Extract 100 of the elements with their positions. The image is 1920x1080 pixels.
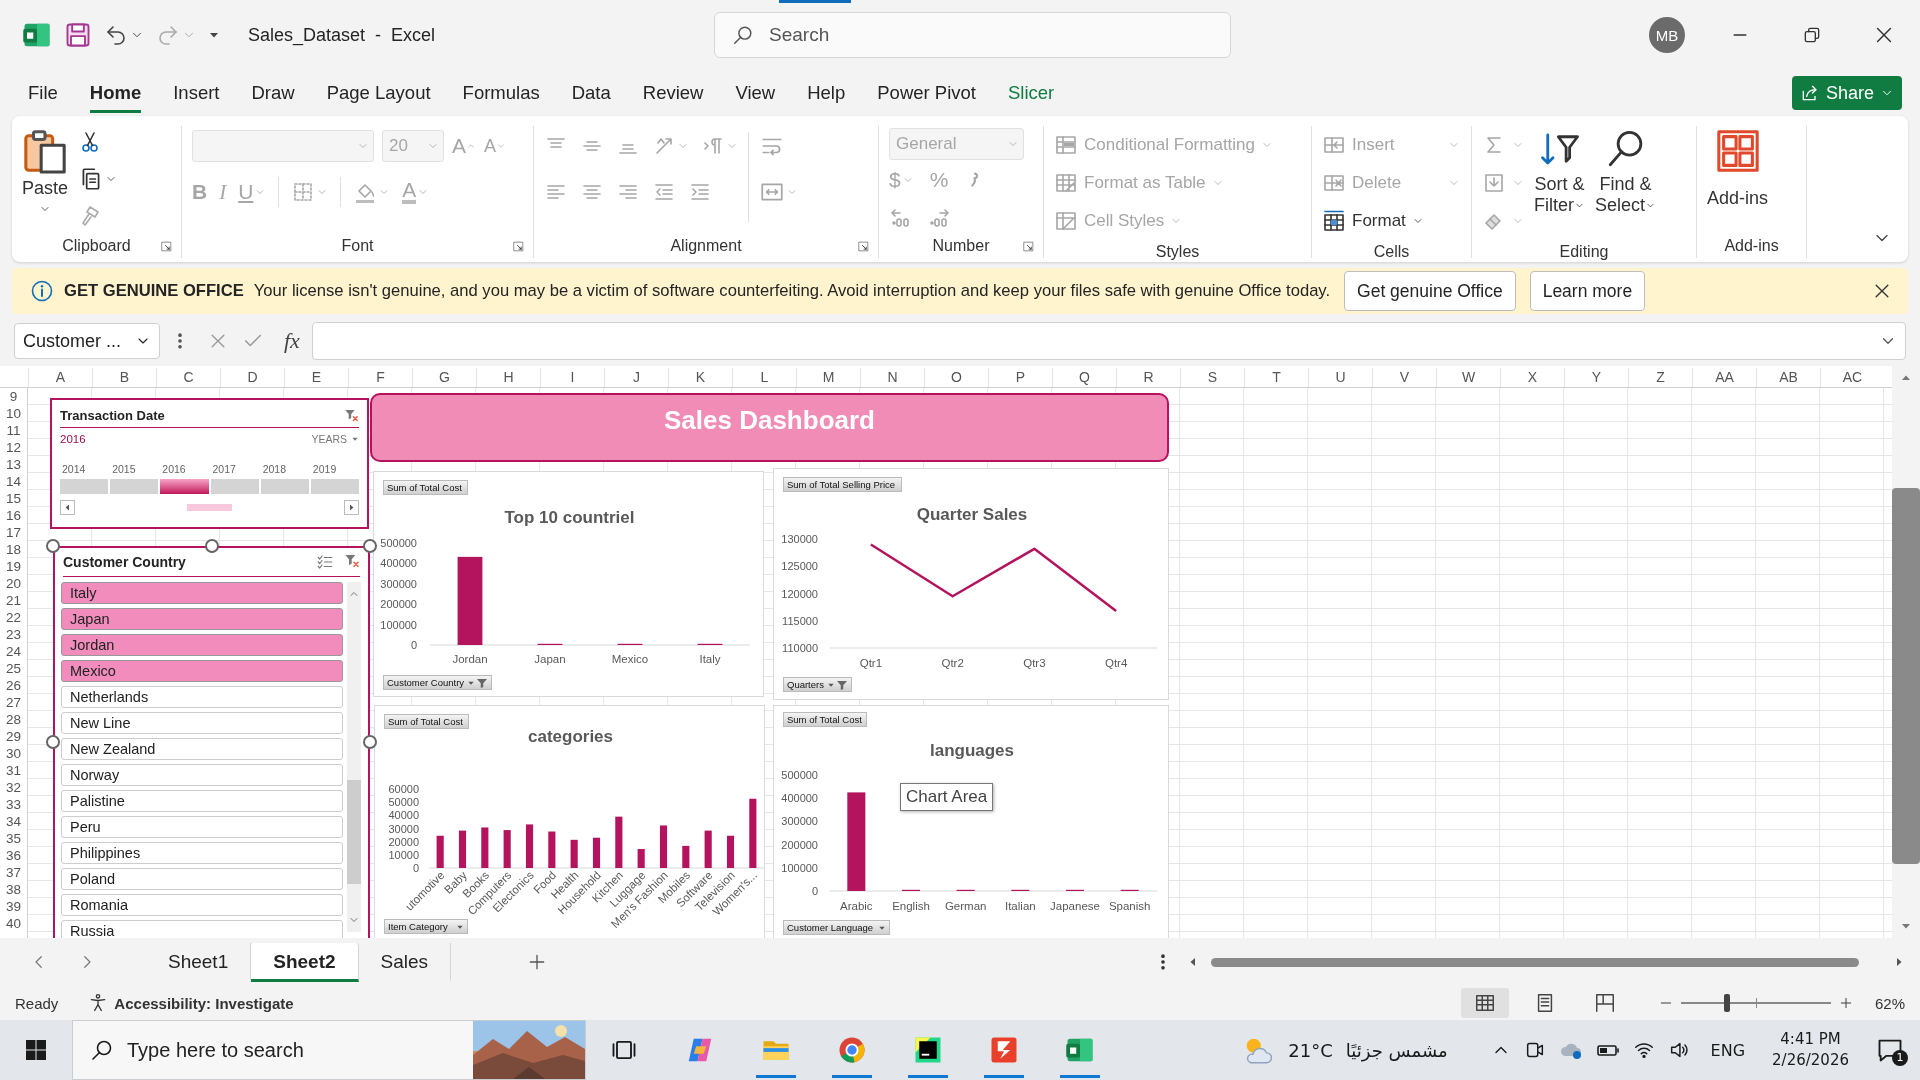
row-header[interactable]: 11 <box>0 422 27 439</box>
row-header[interactable]: 26 <box>0 677 27 694</box>
column-header[interactable]: M <box>796 368 860 387</box>
row-header[interactable]: 12 <box>0 439 27 456</box>
weather-text[interactable]: مشمس جزئيًا <box>1345 1039 1448 1061</box>
temperature[interactable]: 21°C <box>1288 1039 1333 1061</box>
row-header[interactable]: 14 <box>0 473 27 490</box>
clock[interactable]: 4:41 PM 2/26/2026 <box>1772 1029 1849 1071</box>
row-header[interactable]: 24 <box>0 643 27 660</box>
row-header[interactable]: 38 <box>0 881 27 898</box>
row-header[interactable]: 22 <box>0 609 27 626</box>
slider-thumb[interactable] <box>1724 994 1731 1012</box>
row-header[interactable]: 19 <box>0 558 27 575</box>
sheet-tab[interactable]: Sheet2 <box>251 942 359 982</box>
menu-tab[interactable]: Insert <box>173 76 220 113</box>
row-header[interactable]: 10 <box>0 405 27 422</box>
field-button[interactable]: Quarters <box>783 677 852 692</box>
column-header[interactable]: U <box>1308 368 1372 387</box>
column-header[interactable]: I <box>540 368 604 387</box>
row-header[interactable]: 21 <box>0 592 27 609</box>
dialog-launcher-icon[interactable] <box>160 240 173 253</box>
column-header[interactable]: L <box>732 368 796 387</box>
resize-handle[interactable] <box>204 539 219 553</box>
row-header[interactable]: 28 <box>0 711 27 728</box>
column-header[interactable]: V <box>1372 368 1436 387</box>
slicer-item[interactable]: Russia <box>61 920 343 938</box>
insert-function-button[interactable]: fx <box>284 328 300 354</box>
row-header[interactable]: 17 <box>0 524 27 541</box>
field-button[interactable]: Sum of Total Cost <box>783 712 867 727</box>
slicer-item[interactable]: New Line <box>61 712 343 734</box>
row-header[interactable]: 39 <box>0 898 27 915</box>
save-icon[interactable] <box>64 21 92 49</box>
row-header[interactable]: 27 <box>0 694 27 711</box>
timeline-scroll-thumb[interactable] <box>187 504 232 511</box>
slicer-item[interactable]: Palistine <box>61 790 343 812</box>
input-language[interactable]: ENG <box>1710 1040 1746 1060</box>
add-ins-button[interactable]: Add-ins <box>1707 126 1769 209</box>
scrollbar-thumb[interactable] <box>347 780 361 884</box>
column-header[interactable]: Z <box>1628 368 1692 387</box>
timeline-cell[interactable] <box>60 479 109 494</box>
column-header[interactable]: E <box>284 368 348 387</box>
sort-filter-button[interactable]: Sort & Filter <box>1534 126 1585 216</box>
column-header[interactable]: O <box>924 368 988 387</box>
cells-button[interactable]: Format <box>1322 202 1460 240</box>
slicer-item[interactable]: New Zealand <box>61 738 343 760</box>
menu-tab[interactable]: Formulas <box>462 76 540 113</box>
resize-handle[interactable] <box>46 539 60 553</box>
row-header[interactable]: 36 <box>0 847 27 864</box>
slicer-item[interactable]: Norway <box>61 764 343 786</box>
menu-tab[interactable]: Draw <box>251 76 295 113</box>
slicer-item[interactable]: Jordan <box>61 634 343 656</box>
row-header[interactable]: 20 <box>0 575 27 592</box>
row-header[interactable]: 34 <box>0 813 27 830</box>
timeline-cell[interactable] <box>160 479 209 494</box>
search-field[interactable]: Search <box>714 12 1231 58</box>
menu-tab[interactable]: Review <box>642 76 704 113</box>
paste-button[interactable]: Paste <box>22 126 69 215</box>
row-header[interactable]: 35 <box>0 830 27 847</box>
column-header[interactable]: T <box>1244 368 1308 387</box>
menu-tab[interactable]: Slicer <box>1008 76 1055 113</box>
field-button[interactable]: Item Category <box>384 919 468 934</box>
timeline-cell[interactable] <box>260 479 309 494</box>
banner-button[interactable]: Get genuine Office <box>1344 271 1516 311</box>
column-header[interactable]: C <box>156 368 220 387</box>
column-header[interactable]: K <box>668 368 732 387</box>
row-header[interactable]: 31 <box>0 762 27 779</box>
formula-field[interactable] <box>311 322 1906 360</box>
row-header[interactable]: 37 <box>0 864 27 881</box>
slicer-item[interactable]: Peru <box>61 816 343 838</box>
menu-tab[interactable]: File <box>28 76 58 113</box>
field-button[interactable]: Sum of Total Selling Price <box>783 477 902 492</box>
slicer-item[interactable]: Italy <box>61 582 343 604</box>
clear-filter-icon[interactable] <box>344 553 360 569</box>
menu-tab[interactable]: Help <box>807 76 846 113</box>
scroll-right-icon[interactable] <box>344 500 359 515</box>
undo-icon[interactable] <box>104 23 128 47</box>
menu-tab[interactable]: View <box>735 76 776 113</box>
share-button[interactable]: Share <box>1791 76 1902 110</box>
field-button[interactable]: Customer Language <box>783 920 890 935</box>
slicer-item[interactable]: Philippines <box>61 842 343 864</box>
redo-icon[interactable] <box>156 23 180 47</box>
column-header[interactable]: P <box>988 368 1052 387</box>
column-header[interactable]: W <box>1436 368 1500 387</box>
field-button[interactable]: Sum of Total Cost <box>384 714 469 729</box>
fill-down-icon[interactable] <box>1482 171 1506 195</box>
column-header[interactable]: B <box>92 368 156 387</box>
row-header[interactable]: 13 <box>0 456 27 473</box>
row-header[interactable]: 16 <box>0 507 27 524</box>
zoom-level[interactable]: 62% <box>1874 994 1905 1012</box>
slicer-item[interactable]: Mexico <box>61 660 343 682</box>
find-select-button[interactable]: Find & Select <box>1595 126 1657 216</box>
column-header[interactable]: AB <box>1756 368 1820 387</box>
field-button[interactable]: Customer Country <box>383 675 493 690</box>
slicer-item[interactable]: Netherlands <box>61 686 343 708</box>
column-header[interactable]: Q <box>1052 368 1116 387</box>
column-header[interactable]: F <box>348 368 412 387</box>
browser-icon[interactable] <box>837 1035 867 1065</box>
column-header[interactable]: AA <box>1692 368 1756 387</box>
column-header[interactable]: X <box>1500 368 1564 387</box>
menu-tab[interactable]: Data <box>571 76 611 113</box>
